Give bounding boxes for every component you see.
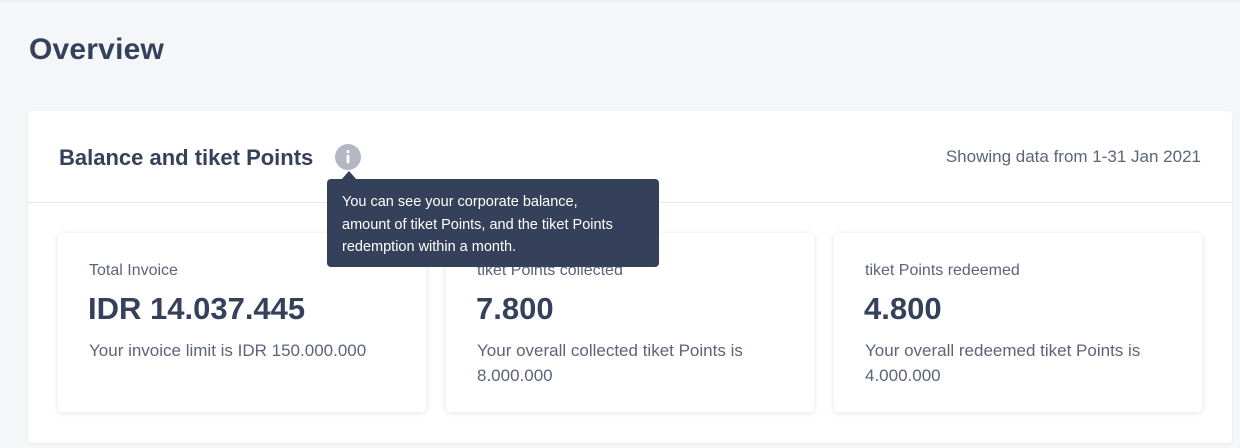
info-icon[interactable] [335,144,361,170]
card-value: 4.800 [864,291,942,326]
page-title: Overview [29,33,165,66]
panel-title: Balance and tiket Points [59,145,314,170]
balance-panel: Balance and tiket Points Showing data fr… [28,111,1232,443]
info-glyph-icon [346,150,350,164]
points-redeemed-card: tiket Points redeemed 4.800 Your overall… [834,233,1202,412]
date-range-text: Showing data from 1-31 Jan 2021 [945,147,1201,166]
info-tooltip: You can see your corporate balance, amou… [327,179,659,267]
card-note: Your invoice limit is IDR 150.000.000 [89,341,367,360]
card-label: Total Invoice [89,262,178,279]
tooltip-line: amount of tiket Points, and the tiket Po… [342,216,613,233]
card-value: IDR 14.037.445 [88,291,306,326]
tooltip-line: You can see your corporate balance, [342,194,578,210]
tooltip-line: redemption within a month. [342,239,517,255]
card-label: tiket Points redeemed [865,262,1020,279]
card-note: Your overall redeemed tiket Points is 4.… [865,341,1141,385]
page: Overview Balance and tiket Points Showin… [0,0,1240,448]
card-value: 7.800 [476,291,554,326]
top-divider [0,0,1240,2]
card-note: Your overall collected tiket Points is 8… [477,341,743,385]
